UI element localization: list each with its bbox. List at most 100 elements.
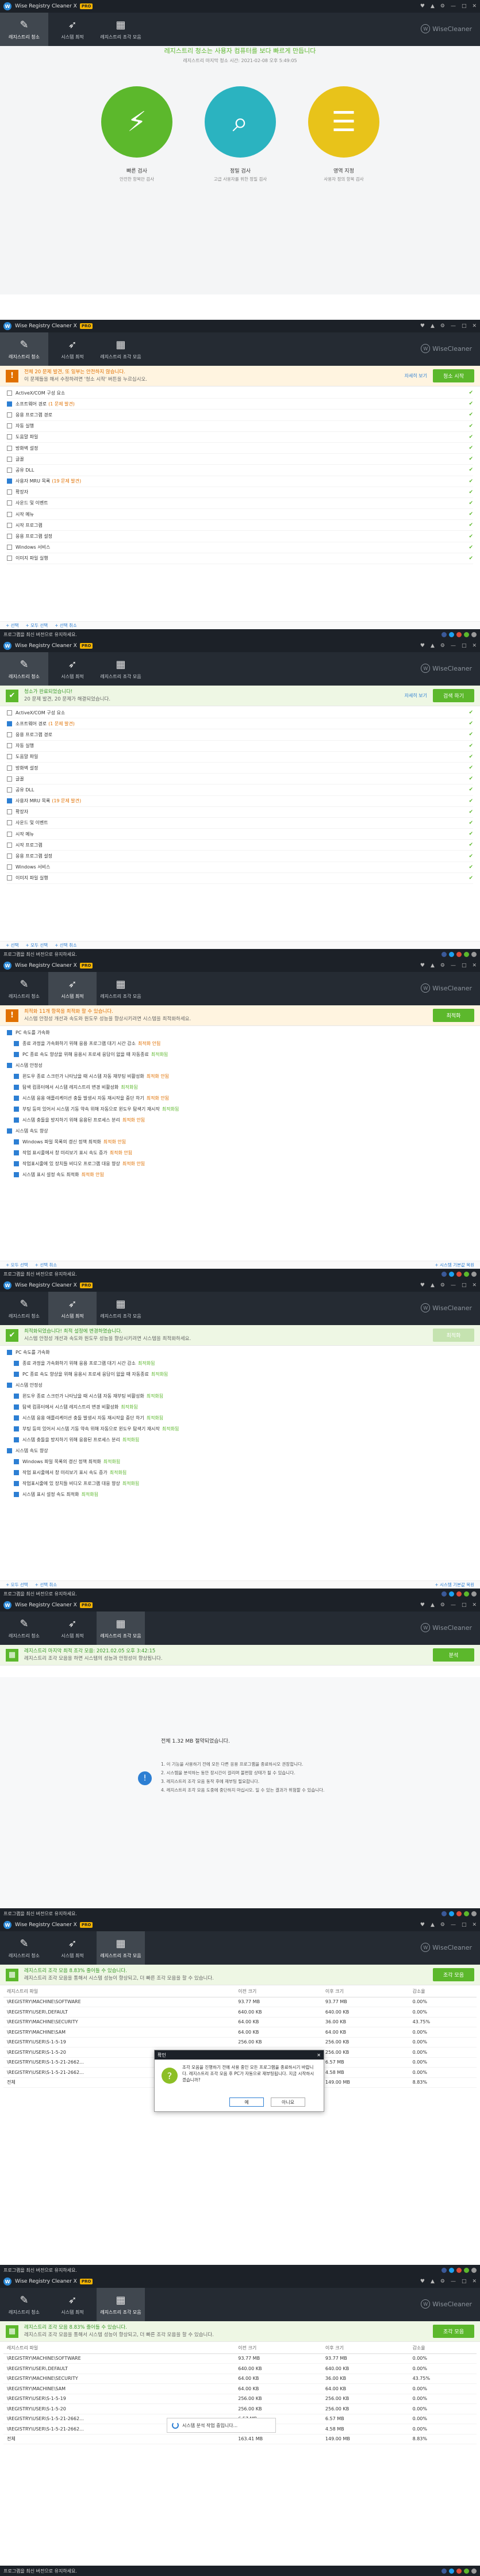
scan-category-row[interactable]: 도움말 파일 ✔ xyxy=(7,432,473,443)
optimization-checkbox[interactable] xyxy=(14,1426,19,1431)
settings-icon[interactable]: ⚙ xyxy=(440,2279,445,2284)
nav-tab-2[interactable]: ▦ 레지스트리 조각 모음 xyxy=(97,1612,145,1645)
category-checkbox[interactable] xyxy=(7,522,12,528)
update-icon[interactable]: ▲ xyxy=(431,643,435,649)
nav-tab-2[interactable]: ▦ 레지스트리 조각 모음 xyxy=(97,2288,145,2321)
optimization-item[interactable]: 작업표시줄에 있 장치들 비디오 프로그램 대응 향상 최적화됨 xyxy=(7,1478,473,1489)
optimization-checkbox[interactable] xyxy=(14,1361,19,1366)
social-icon-3[interactable] xyxy=(464,951,469,957)
selection-link[interactable]: + 모두 선택 xyxy=(25,942,48,948)
optimization-item[interactable]: 작업 표시줄에서 창 미리보기 표시 속도 증가 최적화 안됨 xyxy=(7,1147,473,1158)
category-checkbox[interactable] xyxy=(7,500,12,506)
optimization-item[interactable]: 시스템 응용 애플리케이션 충돌 발생시 자동 재시작을 중단 하기 최적화 안됨 xyxy=(7,1093,473,1104)
settings-icon[interactable]: ⚙ xyxy=(440,3,445,9)
close-button[interactable]: ✕ xyxy=(472,2279,477,2284)
optimization-checkbox[interactable] xyxy=(14,1437,19,1442)
optimization-checkbox[interactable] xyxy=(14,1052,19,1057)
nav-tab-1[interactable]: ➶ 시스템 최적 xyxy=(48,1931,97,1965)
social-icon-0[interactable] xyxy=(441,2267,447,2273)
optimization-item[interactable]: 윈도우 종료 스크린가 나타났을 때 시스템 자동 재부팅 비활성화 최적화 안됨 xyxy=(7,1071,473,1082)
nav-tab-2[interactable]: ▦ 레지스트리 조각 모음 xyxy=(97,13,145,46)
social-icon-2[interactable] xyxy=(456,1271,462,1277)
category-checkbox[interactable] xyxy=(7,511,12,517)
optimization-item[interactable]: 작업표시줄에 있 장치들 비디오 프로그램 대응 향상 최적화 안됨 xyxy=(7,1158,473,1169)
social-icon-4[interactable] xyxy=(471,2267,477,2273)
optimization-item[interactable]: 부팅 등의 있어서 시스템 기동 약속 위해 자동으로 윈도우 탐색기 재시작 최… xyxy=(7,1423,473,1434)
social-icon-3[interactable] xyxy=(464,2267,469,2273)
social-icon-0[interactable] xyxy=(441,1911,447,1916)
primary-action-button[interactable]: 분석 xyxy=(433,1648,474,1662)
scan-category-row[interactable]: 이미지 파일 실행 ✔ xyxy=(7,553,473,564)
optimization-item[interactable]: Windows 파일 목록의 갱신 정책 최적화 최적화 안됨 xyxy=(7,1136,473,1147)
settings-icon[interactable]: ⚙ xyxy=(440,1283,445,1288)
scan-category-row[interactable]: 응용 프로그램 설정 ✔ xyxy=(7,851,473,862)
restore-defaults-link[interactable]: + 시스템 기본값 복원 xyxy=(435,1582,474,1588)
optimization-checkbox[interactable] xyxy=(7,1128,12,1134)
optimization-item[interactable]: 시스템 표시 설정 속도 최적화 최적화 안됨 xyxy=(7,1169,473,1180)
scan-category-row[interactable]: 방화벽 설정 ✔ xyxy=(7,763,473,774)
close-button[interactable]: ✕ xyxy=(472,3,477,9)
category-checkbox[interactable] xyxy=(7,489,12,495)
social-icon-4[interactable] xyxy=(471,1911,477,1916)
update-icon[interactable]: ▲ xyxy=(431,1602,435,1608)
category-checkbox[interactable] xyxy=(7,853,12,859)
nav-tab-1[interactable]: ➶ 시스템 최적 xyxy=(48,2288,97,2321)
like-icon[interactable]: ♥ xyxy=(420,2279,425,2284)
social-icon-4[interactable] xyxy=(471,951,477,957)
scan-category-row[interactable]: 응용 프로그램 경로 ✔ xyxy=(7,409,473,421)
update-icon[interactable]: ▲ xyxy=(431,963,435,969)
update-icon[interactable]: ▲ xyxy=(431,323,435,329)
optimization-item[interactable]: 종료 과정을 가속화하기 위해 응용 프로그램 대기 시간 감소 최적화됨 xyxy=(7,1358,473,1369)
category-checkbox[interactable] xyxy=(7,864,12,870)
optimization-checkbox[interactable] xyxy=(14,1107,19,1112)
social-icon-4[interactable] xyxy=(471,2568,477,2574)
selection-link[interactable]: + 선택 취소 xyxy=(35,1582,57,1588)
nav-tab-0[interactable]: ✎ 레지스트리 청소 xyxy=(0,1292,48,1325)
minimize-button[interactable]: — xyxy=(451,643,456,649)
close-button[interactable]: ✕ xyxy=(472,1283,477,1288)
category-checkbox[interactable] xyxy=(7,467,12,473)
social-icon-3[interactable] xyxy=(464,1591,469,1597)
optimization-checkbox[interactable] xyxy=(14,1404,19,1410)
category-checkbox[interactable] xyxy=(7,721,12,726)
maximize-button[interactable]: □ xyxy=(462,1283,467,1288)
maximize-button[interactable]: □ xyxy=(462,643,467,649)
social-icon-0[interactable] xyxy=(441,1271,447,1277)
nav-tab-1[interactable]: ➶ 시스템 최적 xyxy=(48,972,97,1005)
social-icon-3[interactable] xyxy=(464,1271,469,1277)
social-icon-1[interactable] xyxy=(449,1911,454,1916)
category-checkbox[interactable] xyxy=(7,556,12,561)
primary-action-button[interactable]: 조각 모음 xyxy=(433,2325,474,2338)
primary-action-button[interactable]: 최적화 xyxy=(433,1329,474,1342)
category-checkbox[interactable] xyxy=(7,809,12,815)
optimization-item[interactable]: 시스템 충돌을 방지하기 위해 응용된 프로세스 분리 최적화됨 xyxy=(7,1434,473,1445)
optimization-group[interactable]: PC 속도를 가속화 xyxy=(7,1027,473,1038)
social-icon-1[interactable] xyxy=(449,1271,454,1277)
settings-icon[interactable]: ⚙ xyxy=(440,1922,445,1928)
scan-category-row[interactable]: 응용 프로그램 설정 ✔ xyxy=(7,531,473,542)
close-button[interactable]: ✕ xyxy=(472,1602,477,1608)
selection-link[interactable]: + 선택 xyxy=(6,622,18,629)
scan-category-row[interactable]: 자동 실행 ✔ xyxy=(7,421,473,432)
column-header[interactable]: 이후 크기 xyxy=(321,2343,409,2354)
category-checkbox[interactable] xyxy=(7,732,12,737)
close-button[interactable]: ✕ xyxy=(472,323,477,329)
selection-link[interactable]: + 선택 취소 xyxy=(35,1262,57,1268)
nav-tab-0[interactable]: ✎ 레지스트리 청소 xyxy=(0,332,48,366)
category-checkbox[interactable] xyxy=(7,534,12,539)
selection-link[interactable]: + 모두 선택 xyxy=(6,1582,28,1588)
scan-category-row[interactable]: 소프트웨어 경로 (1 문제 발견) ✔ xyxy=(7,399,473,410)
like-icon[interactable]: ♥ xyxy=(420,963,425,969)
scan-category-row[interactable]: 글꼴 ✔ xyxy=(7,774,473,785)
like-icon[interactable]: ♥ xyxy=(420,643,425,649)
nav-tab-0[interactable]: ✎ 레지스트리 청소 xyxy=(0,652,48,686)
category-checkbox[interactable] xyxy=(7,710,12,715)
nav-tab-0[interactable]: ✎ 레지스트리 청소 xyxy=(0,972,48,1005)
optimization-group[interactable]: PC 속도를 가속화 xyxy=(7,1347,473,1358)
optimization-checkbox[interactable] xyxy=(14,1492,19,1497)
social-icon-2[interactable] xyxy=(456,1591,462,1597)
update-icon[interactable]: ▲ xyxy=(431,2279,435,2284)
column-header[interactable]: 이전 크기 xyxy=(235,2343,322,2354)
optimization-group[interactable]: 시스템 속도 향상 xyxy=(7,1126,473,1136)
primary-action-button[interactable]: 최적화 xyxy=(433,1009,474,1022)
